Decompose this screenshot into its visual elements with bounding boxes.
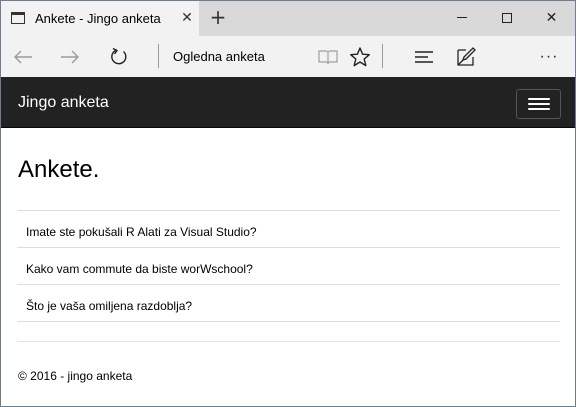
footer-divider — [17, 341, 560, 342]
tab-ankete[interactable]: Ankete - Jingo anketa ✕ — [1, 1, 199, 36]
more-icon: ··· — [539, 48, 559, 65]
poll-list: Imate ste pokušali R Alati za Visual Stu… — [17, 210, 560, 322]
browser-toolbar: Ogledna anketa ··· — [1, 36, 575, 77]
toolbar-divider — [382, 44, 383, 68]
maximize-button[interactable] — [484, 1, 529, 34]
hamburger-icon — [528, 108, 550, 110]
more-button[interactable]: ··· — [536, 44, 562, 70]
poll-link[interactable]: Kako vam commute da biste worWschool? — [26, 262, 253, 276]
web-note-button[interactable] — [453, 44, 479, 70]
browser-window: Ankete - Jingo anketa ✕ + ✕ Ogledna anke… — [0, 0, 576, 407]
web-note-icon — [457, 47, 476, 66]
hamburger-icon — [528, 98, 550, 100]
footer-copyright: © 2016 - jingo anketa — [18, 369, 133, 383]
minimize-icon — [456, 17, 467, 18]
hub-icon — [415, 51, 433, 63]
star-icon — [350, 47, 370, 67]
list-item: Imate ste pokušali R Alati za Visual Stu… — [17, 211, 560, 248]
maximize-icon — [501, 12, 512, 23]
reading-view-icon — [318, 50, 338, 65]
hamburger-icon — [528, 103, 550, 105]
site-navbar: Jingo anketa — [1, 77, 575, 128]
refresh-button[interactable] — [105, 44, 133, 70]
list-item: Što je vaša omiljena razdoblja? — [17, 285, 560, 322]
toolbar-divider — [158, 44, 159, 68]
navbar-toggle-button[interactable] — [516, 89, 561, 119]
close-window-button[interactable]: ✕ — [529, 1, 574, 34]
reading-view-button[interactable] — [315, 44, 341, 70]
new-tab-button[interactable]: + — [208, 7, 228, 27]
site-brand[interactable]: Jingo anketa — [18, 94, 109, 112]
tab-close-icon[interactable]: ✕ — [180, 9, 194, 25]
address-bar[interactable]: Ogledna anketa — [173, 49, 265, 64]
back-arrow-icon — [14, 50, 32, 64]
favorite-button[interactable] — [347, 44, 373, 70]
minimize-button[interactable] — [439, 1, 484, 34]
close-icon: ✕ — [545, 9, 558, 25]
page-title: Ankete. — [18, 156, 100, 183]
poll-link[interactable]: Imate ste pokušali R Alati za Visual Stu… — [26, 225, 257, 239]
hub-button[interactable] — [411, 44, 437, 70]
forward-button[interactable] — [56, 44, 84, 70]
forward-arrow-icon — [61, 50, 79, 64]
list-item: Kako vam commute da biste worWschool? — [17, 248, 560, 285]
back-button[interactable] — [9, 44, 37, 70]
tab-strip: Ankete - Jingo anketa ✕ + ✕ — [1, 1, 575, 36]
page-icon — [11, 12, 25, 24]
poll-link[interactable]: Što je vaša omiljena razdoblja? — [26, 299, 192, 313]
refresh-icon — [111, 47, 127, 65]
tab-title: Ankete - Jingo anketa — [35, 11, 161, 26]
